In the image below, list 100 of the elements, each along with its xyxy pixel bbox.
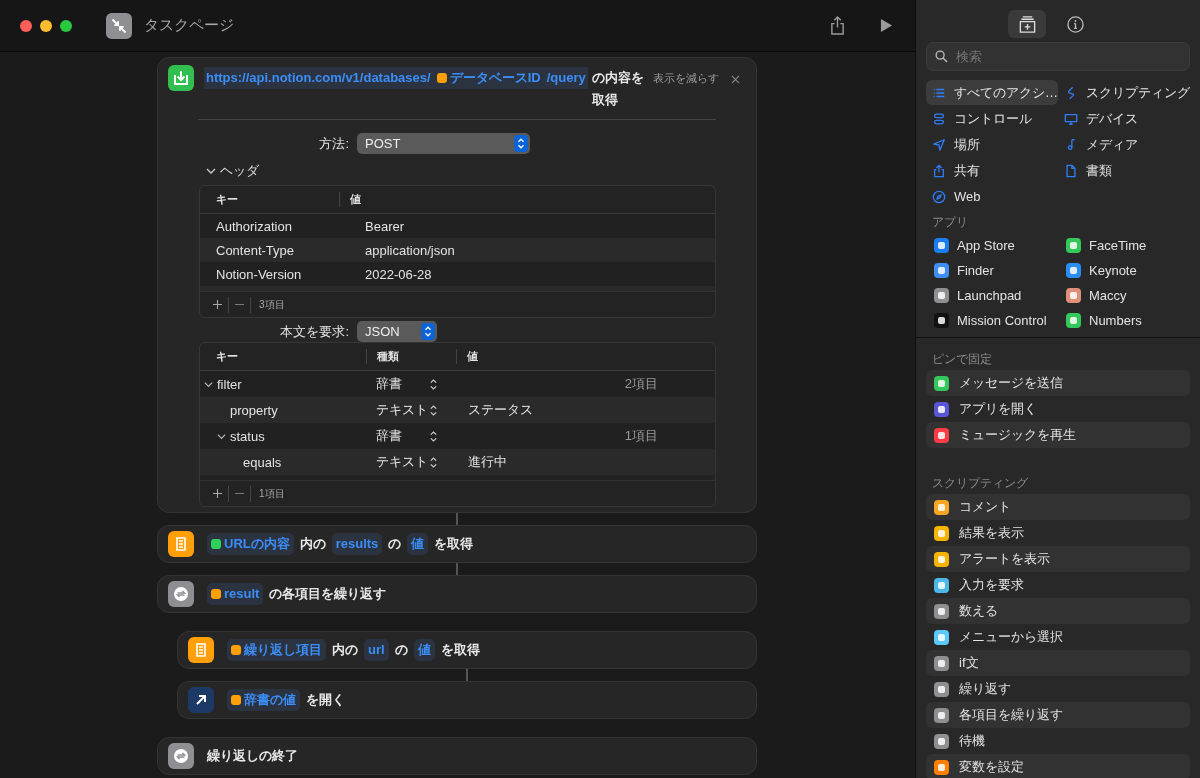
disclosure-icon[interactable] <box>217 431 226 441</box>
variable-token[interactable]: 繰り返し項目 <box>227 639 326 661</box>
action-text: の <box>394 642 408 657</box>
category-item[interactable]: 場所 <box>926 132 1058 157</box>
action-item[interactable]: 入力を要求 <box>926 572 1190 598</box>
search-field[interactable]: 検索 <box>926 42 1190 71</box>
action-item[interactable]: コメント <box>926 494 1190 520</box>
action-text: を取得 <box>440 642 480 657</box>
variable-token[interactable]: result <box>207 583 264 605</box>
table-cell: property <box>230 402 278 418</box>
show-less-button[interactable]: 表示を減らす <box>651 65 721 92</box>
close-icon[interactable] <box>731 75 740 84</box>
disclosure-icon[interactable] <box>204 379 213 389</box>
table-cell-text: Content-Type <box>215 242 296 258</box>
type-popup[interactable]: テキスト <box>366 401 438 419</box>
plus-icon[interactable] <box>213 489 222 498</box>
type-popup[interactable]: テキスト <box>366 453 438 471</box>
variable-token[interactable]: 辞書の値 <box>227 689 300 711</box>
parameter-token[interactable]: 値 <box>407 533 429 555</box>
type-popup[interactable]: 辞書 <box>366 427 438 445</box>
action-item[interactable]: ミュージックを再生 <box>926 422 1190 448</box>
parameter-token[interactable]: 値 <box>413 639 435 661</box>
category-item[interactable]: Web <box>926 184 1058 209</box>
action-library-tab[interactable] <box>1008 10 1046 38</box>
action-item[interactable]: メッセージを送信 <box>926 370 1190 396</box>
table-cell-text: Bearer <box>364 218 405 234</box>
action-item[interactable]: 待機 <box>926 728 1190 754</box>
category-item[interactable]: 共有 <box>926 158 1058 183</box>
dictionary-icon <box>168 531 194 557</box>
action-item[interactable]: if文 <box>926 650 1190 676</box>
category-item[interactable]: スクリプティング <box>1058 80 1190 105</box>
type-popup[interactable]: 辞書 <box>366 375 438 393</box>
app-item[interactable]: Maccy <box>1058 283 1190 308</box>
method-popup[interactable]: POST <box>357 133 530 154</box>
category-item[interactable]: デバイス <box>1058 106 1190 131</box>
plus-icon[interactable] <box>213 300 222 309</box>
category-item[interactable]: すべてのアクシ… <box>926 80 1058 105</box>
app-item[interactable]: Keynote <box>1058 258 1190 283</box>
app-item[interactable]: App Store <box>926 233 1058 258</box>
headers-toggle[interactable]: ヘッダ <box>206 162 259 180</box>
action-text: を取得 <box>434 536 474 551</box>
url-text[interactable]: /query <box>544 67 588 89</box>
action-text: 内の <box>299 536 326 551</box>
action-item[interactable]: 繰り返す <box>926 676 1190 702</box>
zoom-window-button[interactable] <box>60 19 72 32</box>
action-card[interactable] <box>157 57 757 513</box>
compass-icon <box>932 189 946 204</box>
play-icon[interactable] <box>880 18 893 33</box>
request-body-label: 本文を要求: <box>279 322 349 341</box>
action-text: 内の <box>332 642 358 657</box>
category-item[interactable]: 書類 <box>1058 158 1190 183</box>
action-item[interactable]: 変数を設定 <box>926 754 1190 778</box>
stepper-icon <box>429 403 438 417</box>
action-card[interactable]: result の各項目を繰り返す <box>157 575 757 613</box>
variable-token[interactable]: データベースID <box>432 67 545 89</box>
table-cell-text: application/json <box>364 242 455 258</box>
action-item[interactable]: アプリを開く <box>926 396 1190 422</box>
table-cell-text: 2022-06-28 <box>364 266 432 282</box>
url-text[interactable]: https://api.notion.com/v1/databases/ <box>204 67 433 89</box>
search-icon <box>935 50 948 63</box>
table-cell: ステータス <box>468 401 533 419</box>
item-count: 1項目 <box>624 427 658 445</box>
action-item[interactable]: アラートを表示 <box>926 546 1190 572</box>
action-card[interactable]: 辞書の値 を開く <box>177 681 757 719</box>
method-label: 方法: <box>318 134 349 153</box>
action-item[interactable]: 数える <box>926 598 1190 624</box>
action-item[interactable]: メニューから選択 <box>926 624 1190 650</box>
action-card[interactable]: URLの内容 内の results の 値 を取得 <box>157 525 757 563</box>
category-item[interactable]: メディア <box>1058 132 1190 157</box>
action-item[interactable]: 各項目を繰り返す <box>926 702 1190 728</box>
column-header: 値 <box>456 349 715 364</box>
document-icon <box>1064 163 1078 178</box>
category-item[interactable]: コントロール <box>926 106 1058 131</box>
close-window-button[interactable] <box>20 19 32 32</box>
action-text: の各項目を繰り返す <box>269 586 387 601</box>
parameter-token[interactable]: url <box>364 639 389 661</box>
dictionary-icon <box>188 637 214 663</box>
request-body-popup[interactable]: JSON <box>357 321 437 342</box>
stepper-icon <box>429 455 438 469</box>
app-item[interactable]: Finder <box>926 258 1058 283</box>
app-item[interactable]: FaceTime <box>1058 233 1190 258</box>
table-cell: filter <box>217 376 242 392</box>
action-card[interactable]: 繰り返しの終了 <box>157 737 757 775</box>
variable-token[interactable]: URLの内容 <box>207 533 294 555</box>
action-card[interactable]: 繰り返し項目 内の url の 値 を取得 <box>177 631 757 669</box>
parameter-token[interactable]: results <box>331 533 383 555</box>
minimize-window-button[interactable] <box>40 19 52 32</box>
action-item[interactable]: 結果を表示 <box>926 520 1190 546</box>
table-cell: 進行中 <box>468 453 507 471</box>
app-item[interactable]: Mission Control <box>926 308 1058 333</box>
section-label: スクリプティング <box>931 475 1029 492</box>
search-input[interactable]: 検索 <box>954 48 1158 65</box>
app-item[interactable]: Launchpad <box>926 283 1058 308</box>
share-icon[interactable] <box>830 16 845 35</box>
shortcut-icon[interactable] <box>106 12 132 39</box>
column-header: 種類 <box>366 349 456 364</box>
column-header: 値 <box>339 192 361 207</box>
item-count: 3項目 <box>259 297 285 312</box>
app-item[interactable]: Numbers <box>1058 308 1190 333</box>
monitor-icon <box>1064 111 1078 126</box>
